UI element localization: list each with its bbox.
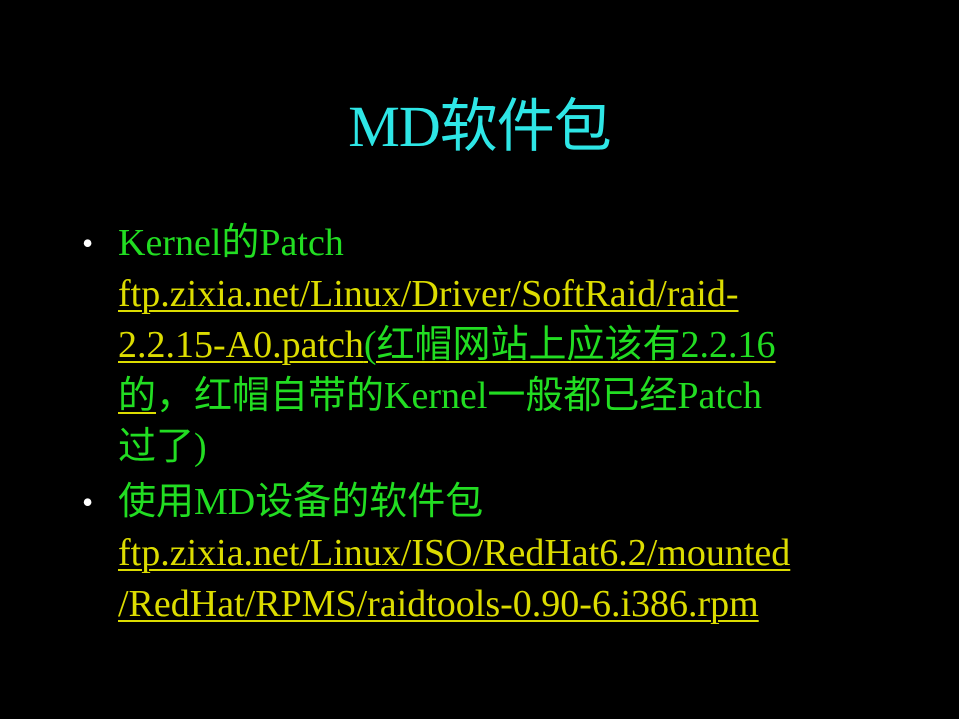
patch-note-line-3: 的，红帽自带的Kernel一般都已经Patch: [118, 371, 902, 422]
bullet-item-md-tools: • 使用MD设备的软件包 ftp.zixia.net/Linux/ISO/Red…: [82, 477, 902, 630]
bullet-item-kernel-patch: • Kernel的Patch ftp.zixia.net/Linux/Drive…: [82, 218, 902, 473]
patch-link-text-1[interactable]: ftp.zixia.net/Linux/Driver/SoftRaid/raid…: [118, 273, 739, 315]
patch-link-line-1[interactable]: ftp.zixia.net/Linux/Driver/SoftRaid/raid…: [118, 269, 902, 320]
patch-link-line-2: 2.2.15-A0.patch(红帽网站上应该有2.2.16: [118, 320, 902, 371]
patch-note-line-4: 过了): [118, 426, 207, 468]
patch-note-text-3: ，红帽自带的Kernel一般都已经Patch: [156, 375, 762, 417]
bullet-label: 使用MD设备的软件包: [118, 481, 484, 523]
raidtools-link-line-1[interactable]: ftp.zixia.net/Linux/ISO/RedHat6.2/mounte…: [118, 528, 902, 579]
raidtools-link-text-2[interactable]: /RedHat/RPMS/raidtools-0.90-6.i386.rpm: [118, 583, 759, 625]
bullet-label: Kernel的Patch: [118, 222, 344, 264]
bullet-icon: •: [82, 484, 94, 520]
patch-note-line-2: (红帽网站上应该有2.2.16: [363, 324, 776, 366]
raidtools-link-text-1[interactable]: ftp.zixia.net/Linux/ISO/RedHat6.2/mounte…: [118, 532, 790, 574]
patch-link-text-2[interactable]: 2.2.15-A0.patch: [118, 324, 364, 366]
patch-note-link-3[interactable]: 的: [118, 375, 156, 417]
raidtools-link-line-2[interactable]: /RedHat/RPMS/raidtools-0.90-6.i386.rpm: [118, 579, 902, 630]
bullet-icon: •: [82, 225, 94, 261]
bullet-list: • Kernel的Patch ftp.zixia.net/Linux/Drive…: [82, 218, 902, 634]
slide: MD软件包 • Kernel的Patch ftp.zixia.net/Linux…: [0, 0, 959, 719]
slide-title: MD软件包: [348, 94, 611, 159]
